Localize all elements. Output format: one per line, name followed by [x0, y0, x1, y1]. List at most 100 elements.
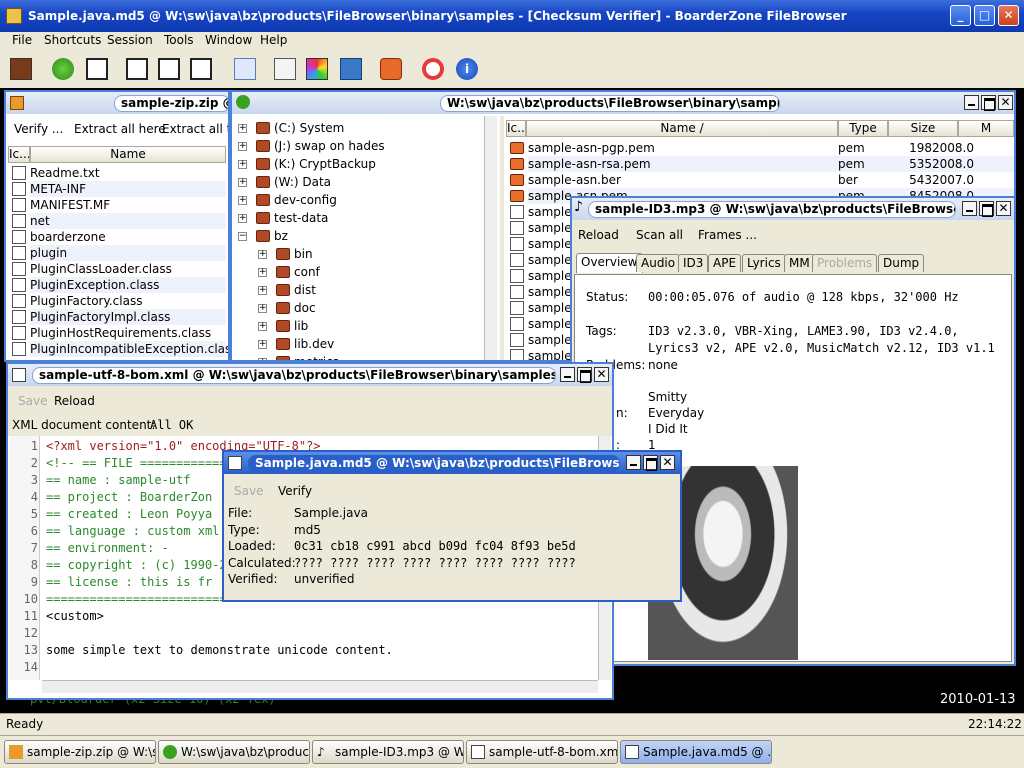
split-divider[interactable]	[500, 116, 504, 360]
tab-ape[interactable]: APE	[708, 254, 742, 272]
menu-help[interactable]: Help	[260, 33, 287, 47]
cascade-icon[interactable]	[126, 58, 148, 80]
code-line[interactable]	[46, 625, 596, 641]
expand-toggle[interactable]: +	[258, 304, 267, 313]
menu-file[interactable]: File	[12, 33, 32, 47]
file-col-name[interactable]: Name /	[526, 120, 838, 137]
download-icon[interactable]	[190, 58, 212, 80]
zip-row[interactable]: MANIFEST.MF	[30, 197, 226, 213]
menu-session[interactable]: Session	[107, 33, 153, 47]
file-name[interactable]: sample	[528, 332, 572, 348]
verify-button[interactable]: Verify ...	[14, 122, 63, 136]
id3-maximize-button[interactable]	[979, 201, 994, 217]
menu-shortcuts[interactable]: Shortcuts	[44, 33, 101, 47]
task-xml[interactable]: sample-utf-8-bom.xml...	[466, 740, 618, 764]
zip-frame-title[interactable]: sample-zip.zip @ W:\s	[6, 92, 228, 114]
file-col-modified[interactable]: M	[958, 120, 1014, 137]
zip-row[interactable]: Readme.txt	[30, 165, 226, 181]
xml-minimize-button[interactable]	[560, 367, 575, 382]
tree-item[interactable]: test-data	[274, 210, 328, 226]
tab-audio[interactable]: Audio	[636, 254, 681, 272]
exit-icon[interactable]	[10, 58, 32, 80]
tree-item[interactable]: (C:) System	[274, 120, 344, 136]
tree-item[interactable]: conf	[294, 264, 320, 280]
file-name[interactable]: sample	[528, 300, 572, 316]
file-name[interactable]: sample	[528, 236, 572, 252]
expand-toggle[interactable]: +	[258, 340, 267, 349]
file-name[interactable]: sample-asn.ber	[528, 172, 838, 188]
file-name[interactable]: sample-asn-pgp.pem	[528, 140, 838, 156]
id3-close-button[interactable]: ✕	[996, 201, 1011, 216]
code-line[interactable]	[46, 659, 596, 675]
tree-item[interactable]: dev-config	[274, 192, 337, 208]
browser-close-button[interactable]: ✕	[998, 95, 1013, 110]
menu-window[interactable]: Window	[205, 33, 252, 47]
id3-reload-button[interactable]: Reload	[578, 228, 619, 242]
zip-col-name[interactable]: Name	[30, 146, 226, 163]
browser-minimize-button[interactable]	[964, 95, 979, 110]
task-zip[interactable]: sample-zip.zip @ W:\s...	[4, 740, 156, 764]
task-md5[interactable]: Sample.java.md5 @ ...	[620, 740, 772, 764]
info-icon[interactable]: i	[456, 58, 478, 80]
expand-toggle[interactable]: −	[238, 232, 247, 241]
file-name[interactable]: sample	[528, 268, 572, 284]
tree-icon[interactable]	[52, 58, 74, 80]
zip-row[interactable]: PluginException.class	[30, 277, 226, 293]
xml-reload-button[interactable]: Reload	[54, 394, 95, 408]
tree-item[interactable]: dist	[294, 282, 316, 298]
file-name[interactable]: sample	[528, 316, 572, 332]
tree-item[interactable]: (W:) Data	[274, 174, 331, 190]
id3-frames-button[interactable]: Frames ...	[698, 228, 757, 242]
color-grid-icon[interactable]	[306, 58, 328, 80]
zip-row[interactable]: boarderzone	[30, 229, 226, 245]
package-icon[interactable]	[340, 58, 362, 80]
maximize-button[interactable]: □	[974, 5, 995, 26]
md5-minimize-button[interactable]	[626, 455, 641, 470]
minimize-button[interactable]: _	[950, 5, 971, 26]
tree-item[interactable]: doc	[294, 300, 316, 316]
menu-tools[interactable]: Tools	[164, 33, 194, 47]
expand-toggle[interactable]: +	[238, 178, 247, 187]
file-name[interactable]: sample	[528, 220, 572, 236]
zip-row[interactable]: META-INF	[30, 181, 226, 197]
file-col-type[interactable]: Type	[838, 120, 888, 137]
xml-save-button[interactable]: Save	[18, 394, 47, 408]
id3-scan-all-button[interactable]: Scan all	[636, 228, 683, 242]
md5-verify-button[interactable]: Verify	[278, 484, 312, 498]
zip-col-icon[interactable]: Ic...	[8, 146, 30, 163]
tab-lyrics[interactable]: Lyrics	[742, 254, 786, 272]
browser-maximize-button[interactable]	[981, 95, 996, 111]
close-button[interactable]: ✕	[998, 5, 1019, 26]
zip-row[interactable]: PluginFactory.class	[30, 293, 226, 309]
tile-icon[interactable]	[158, 58, 180, 80]
power-icon[interactable]	[380, 58, 402, 80]
extract-to-button[interactable]: Extract all to ...	[162, 122, 228, 136]
file-name[interactable]: sample	[528, 284, 572, 300]
browser-frame-title[interactable]: W:\sw\java\bz\products\FileBrowser\binar…	[232, 92, 1014, 114]
expand-toggle[interactable]: +	[258, 322, 267, 331]
tree-item[interactable]: (J:) swap on hades	[274, 138, 385, 154]
expand-toggle[interactable]: +	[238, 214, 247, 223]
tab-id3[interactable]: ID3	[678, 254, 709, 272]
move-icon[interactable]	[234, 58, 256, 80]
md5-close-button[interactable]: ✕	[660, 455, 675, 470]
tab-dump[interactable]: Dump	[878, 254, 925, 272]
code-line[interactable]: <custom>	[46, 608, 596, 624]
zip-row[interactable]: PluginIncompatibleException.class	[30, 341, 228, 357]
tree-item[interactable]: (K:) CryptBackup	[274, 156, 376, 172]
expand-toggle[interactable]: +	[238, 196, 247, 205]
tab-problems[interactable]: Problems	[812, 254, 878, 272]
tab-overview[interactable]: Overview	[576, 253, 643, 273]
file-name[interactable]: sample	[528, 348, 572, 360]
expand-toggle[interactable]: +	[258, 286, 267, 295]
tree-item[interactable]: bz	[274, 228, 288, 244]
tab-mm[interactable]: MM	[784, 254, 815, 272]
code-line[interactable]: some simple text to demonstrate unicode …	[46, 642, 596, 658]
expand-toggle[interactable]: +	[258, 268, 267, 277]
tree-item[interactable]: bin	[294, 246, 313, 262]
expand-toggle[interactable]: +	[238, 142, 247, 151]
md5-maximize-button[interactable]	[643, 455, 658, 471]
task-browser[interactable]: W:\sw\java\bz\product...	[158, 740, 310, 764]
zip-row[interactable]: net	[30, 213, 226, 229]
xml-horizontal-scrollbar[interactable]	[42, 680, 598, 693]
